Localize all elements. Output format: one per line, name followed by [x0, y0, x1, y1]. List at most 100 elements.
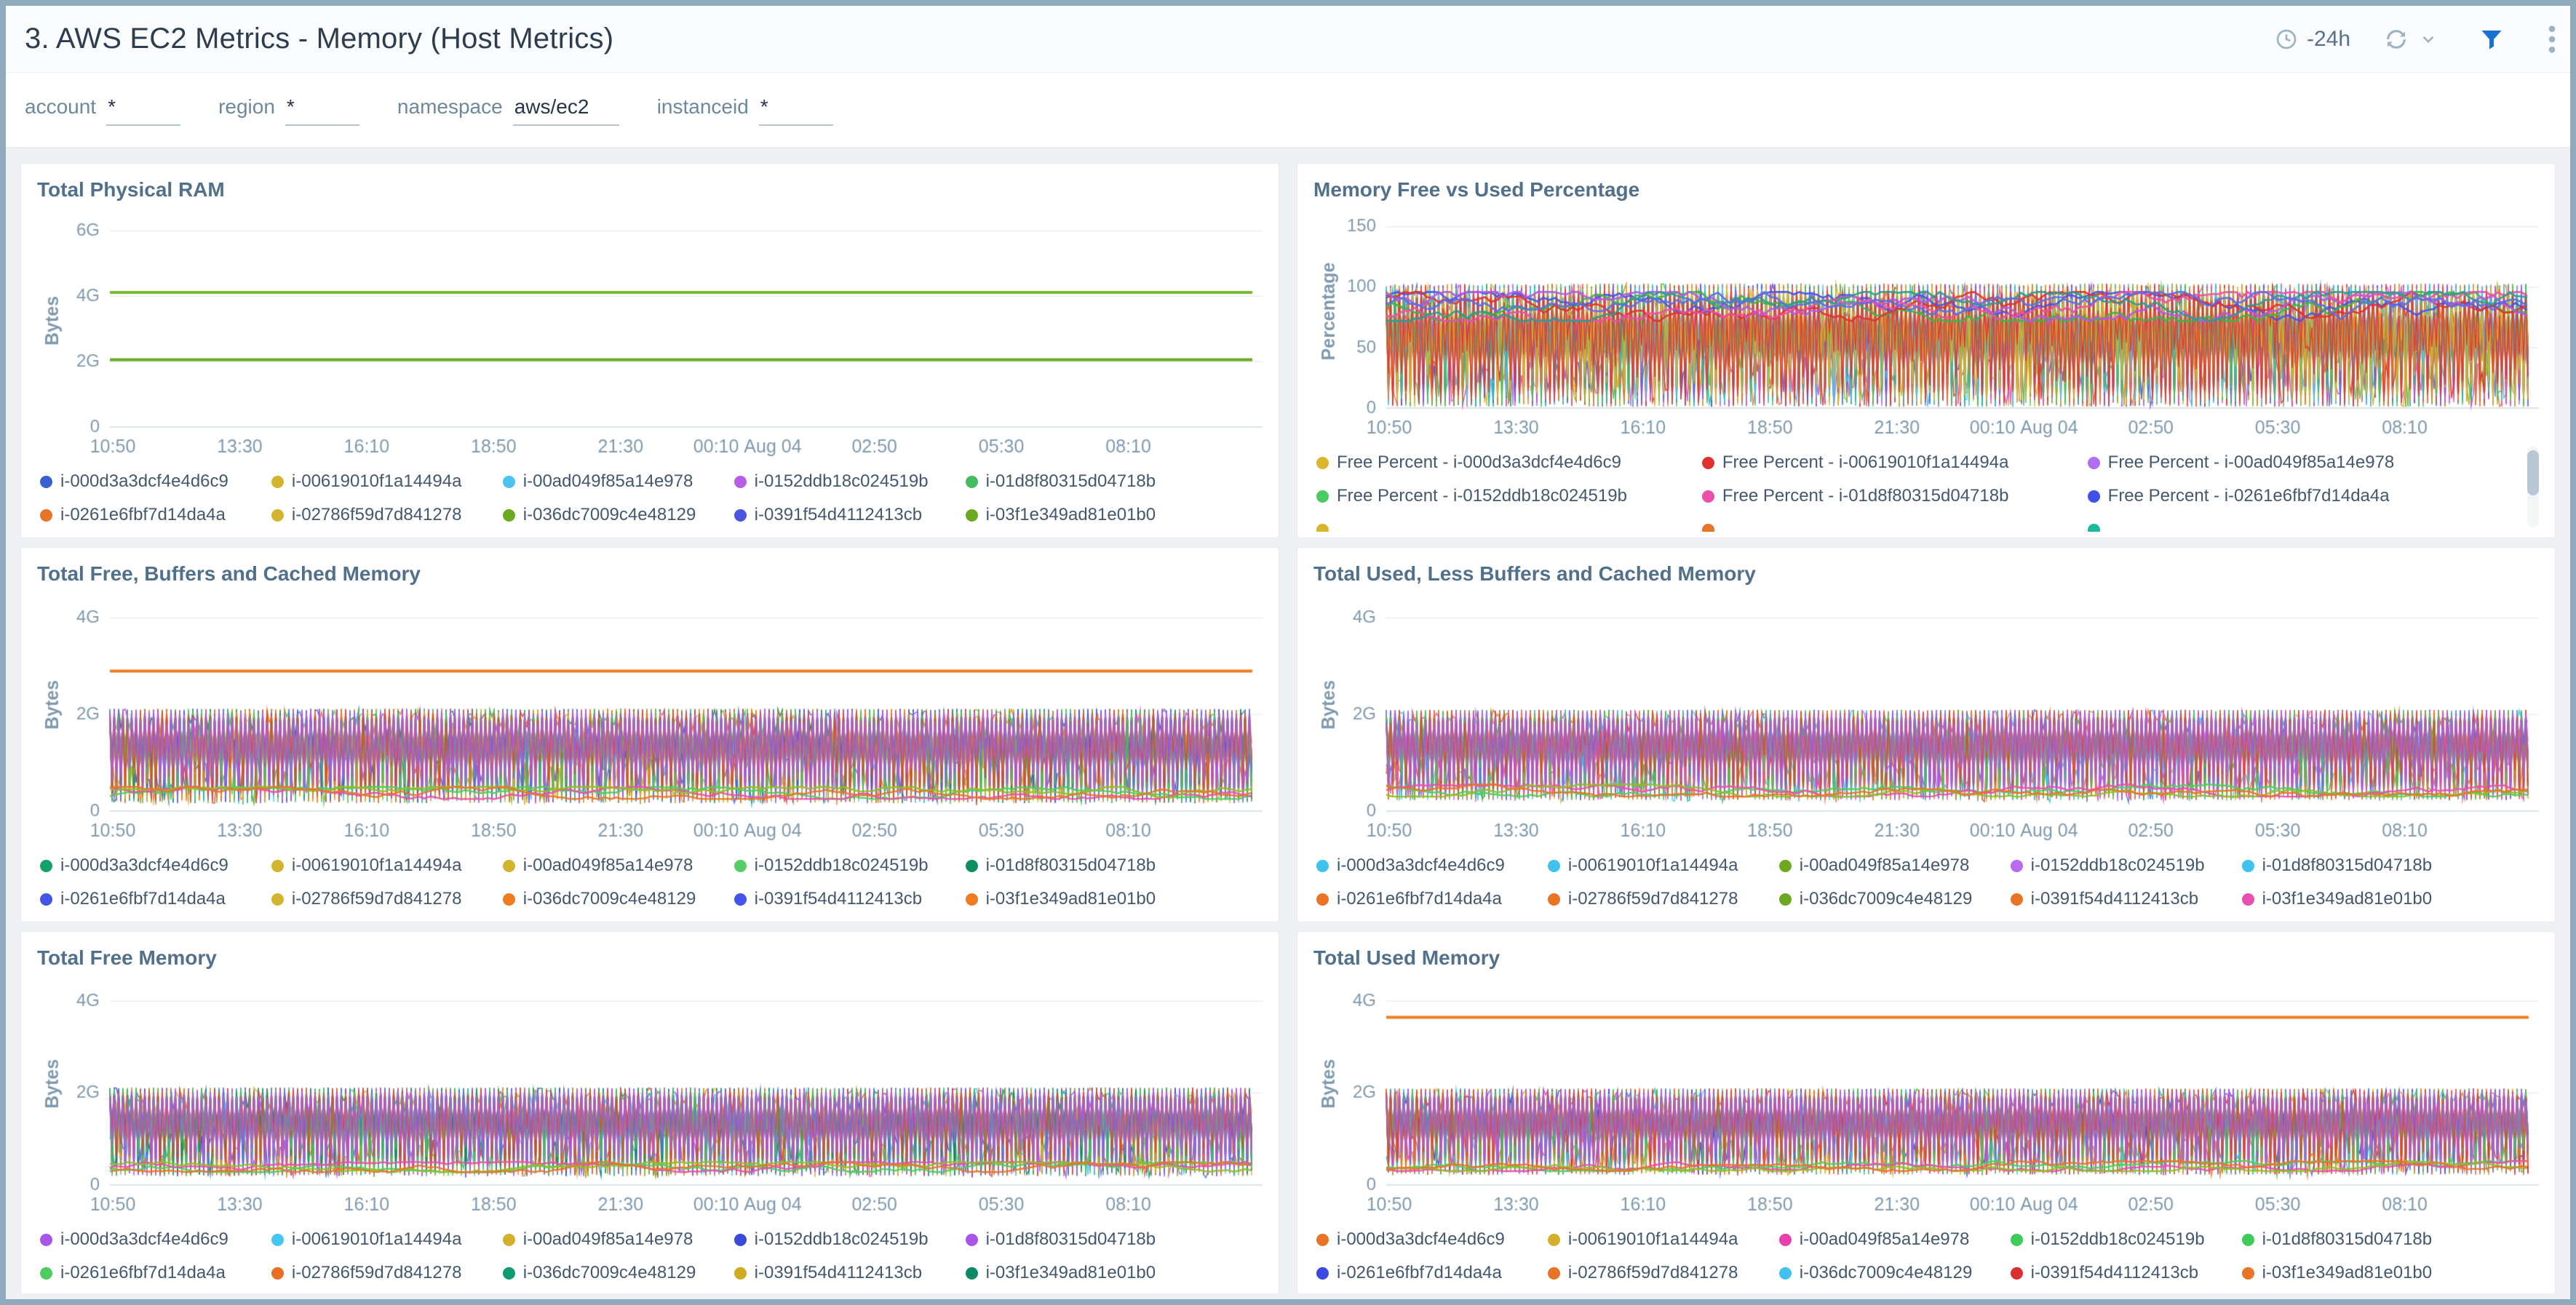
legend-item[interactable]: i-0391f54d4112413cb	[734, 1256, 966, 1290]
legend-item[interactable]: i-00619010f1a14494a	[1548, 1223, 1779, 1256]
legend-item[interactable]: i-0152ddb18c024519b	[734, 1223, 966, 1256]
legend-item[interactable]: i-03f1e349ad81e01b0	[966, 882, 1197, 916]
time-range-control[interactable]: -24h	[2275, 27, 2350, 52]
legend-item-partial[interactable]	[2088, 513, 2473, 532]
series-label: i-03f1e349ad81e01b0	[2262, 889, 2433, 909]
legend-item[interactable]: i-000d3a3dcf4e4d6c9	[40, 1223, 271, 1256]
legend-item[interactable]: i-00ad049f85a14e978	[1779, 1223, 2011, 1256]
legend-item[interactable]: i-0261e6fbf7d14da4a	[1316, 1256, 1548, 1290]
legend-item[interactable]: i-0152ddb18c024519b	[2011, 1223, 2242, 1256]
chart-canvas[interactable]	[34, 973, 1264, 1221]
legend-scrollbar-thumb[interactable]	[2527, 450, 2539, 495]
legend-item[interactable]: i-000d3a3dcf4e4d6c9	[40, 849, 271, 882]
legend-item[interactable]: Free Percent - i-00ad049f85a14e978	[2088, 446, 2473, 479]
filter-instanceid-input[interactable]: *	[759, 94, 833, 126]
series-label: i-0391f54d4112413cb	[2031, 889, 2198, 909]
legend-item[interactable]: i-02786f59d7d841278	[271, 498, 503, 532]
legend-item[interactable]: i-01d8f80315d04718b	[966, 849, 1197, 882]
legend-item[interactable]: i-02786f59d7d841278	[271, 1256, 503, 1290]
legend-item[interactable]: i-00619010f1a14494a	[271, 465, 503, 498]
series-label: i-0391f54d4112413cb	[2031, 1263, 2198, 1283]
legend-item[interactable]: i-00619010f1a14494a	[271, 849, 503, 882]
series-label: i-000d3a3dcf4e4d6c9	[60, 1229, 228, 1250]
filter-region-input[interactable]: *	[285, 94, 359, 126]
legend-item[interactable]: i-0261e6fbf7d14da4a	[40, 498, 271, 532]
panel-memory-free-vs-used: Memory Free vs Used Percentage Free Perc…	[1297, 163, 2556, 538]
legend-item[interactable]: i-036dc7009c4e48129	[503, 1256, 734, 1290]
legend-item[interactable]: i-0152ddb18c024519b	[734, 465, 966, 498]
legend-item[interactable]: i-036dc7009c4e48129	[1779, 1256, 2011, 1290]
legend-item[interactable]: i-0261e6fbf7d14da4a	[1316, 882, 1548, 916]
series-label: i-036dc7009c4e48129	[523, 1263, 696, 1283]
dashboard-page: { "title": "3. AWS EC2 Metrics - Memory …	[0, 0, 2576, 1305]
legend-item[interactable]: i-036dc7009c4e48129	[503, 498, 734, 532]
legend-item[interactable]: i-03f1e349ad81e01b0	[966, 498, 1197, 532]
legend-item[interactable]: i-02786f59d7d841278	[1548, 882, 1779, 916]
series-color-dot	[1779, 1267, 1792, 1280]
legend-item[interactable]: i-0261e6fbf7d14da4a	[40, 882, 271, 916]
series-color-dot	[966, 860, 978, 872]
series-color-dot	[1316, 524, 1329, 532]
legend-item[interactable]: i-02786f59d7d841278	[271, 882, 503, 916]
legend-item[interactable]: i-000d3a3dcf4e4d6c9	[1316, 849, 1548, 882]
legend-item[interactable]: i-03f1e349ad81e01b0	[2242, 882, 2473, 916]
legend-item[interactable]: i-0261e6fbf7d14da4a	[40, 1256, 271, 1290]
filter-icon[interactable]	[2478, 26, 2505, 52]
legend-item[interactable]: i-01d8f80315d04718b	[966, 1223, 1197, 1256]
legend-item[interactable]: Free Percent - i-0261e6fbf7d14da4a	[2088, 479, 2473, 513]
series-color-dot	[1702, 524, 1714, 532]
legend-item[interactable]: i-036dc7009c4e48129	[1779, 882, 2011, 916]
legend-item[interactable]: i-00ad049f85a14e978	[503, 465, 734, 498]
legend-item[interactable]: i-0391f54d4112413cb	[2011, 882, 2242, 916]
filter-account: account *	[25, 94, 180, 126]
legend-item[interactable]: i-01d8f80315d04718b	[2242, 849, 2473, 882]
legend-item-partial[interactable]	[1702, 513, 2088, 532]
chart-canvas[interactable]	[1311, 973, 2540, 1221]
legend-item[interactable]: Free Percent - i-00619010f1a14494a	[1702, 446, 2088, 479]
legend-item[interactable]: i-0391f54d4112413cb	[734, 498, 966, 532]
series-label: i-0261e6fbf7d14da4a	[1337, 889, 1502, 909]
panel-total-free-buffers-cached: Total Free, Buffers and Cached Memory i-…	[20, 547, 1279, 922]
filter-account-input[interactable]: *	[106, 94, 180, 126]
legend-item[interactable]: i-00ad049f85a14e978	[503, 849, 734, 882]
legend-item[interactable]: Free Percent - i-0152ddb18c024519b	[1316, 479, 1702, 513]
legend-item[interactable]: i-01d8f80315d04718b	[2242, 1223, 2473, 1256]
series-label: i-00619010f1a14494a	[1568, 1229, 1738, 1250]
panel-total-free-memory: Total Free Memory i-000d3a3dcf4e4d6c9i-0…	[20, 931, 1279, 1293]
legend-item[interactable]: i-02786f59d7d841278	[1548, 1256, 1779, 1290]
chart-canvas[interactable]	[1311, 204, 2540, 444]
chart-legend: i-000d3a3dcf4e4d6c9 i-00619010f1a14494a i-…	[1316, 1223, 2540, 1290]
legend-item[interactable]: i-01d8f80315d04718b	[966, 465, 1197, 498]
panel-total-used-less-buffers-cached: Total Used, Less Buffers and Cached Memo…	[1297, 547, 2556, 922]
series-label: i-0391f54d4112413cb	[755, 889, 922, 909]
chart-canvas[interactable]	[1311, 588, 2540, 847]
filter-namespace-input[interactable]: aws/ec2	[513, 94, 619, 126]
chevron-down-icon[interactable]	[2419, 30, 2438, 49]
legend-item[interactable]: i-0391f54d4112413cb	[734, 882, 966, 916]
series-color-dot	[503, 476, 515, 488]
legend-item[interactable]: i-00619010f1a14494a	[271, 1223, 503, 1256]
legend-item[interactable]: Free Percent - i-000d3a3dcf4e4d6c9	[1316, 446, 1702, 479]
legend-item[interactable]: i-00619010f1a14494a	[1548, 849, 1779, 882]
chart-canvas[interactable]	[34, 204, 1264, 463]
legend-item[interactable]: i-00ad049f85a14e978	[1779, 849, 2011, 882]
series-label: i-00619010f1a14494a	[292, 855, 462, 876]
legend-item[interactable]: i-000d3a3dcf4e4d6c9	[40, 465, 271, 498]
refresh-control[interactable]	[2384, 27, 2438, 52]
page-title: 3. AWS EC2 Metrics - Memory (Host Metric…	[25, 23, 613, 55]
legend-item[interactable]: i-0152ddb18c024519b	[734, 849, 966, 882]
legend-wrap: Free Percent - i-000d3a3dcf4e4d6c9Free P…	[1316, 446, 2540, 532]
legend-item[interactable]: i-0391f54d4112413cb	[2011, 1256, 2242, 1290]
filter-region-label: region	[218, 95, 275, 119]
kebab-menu-icon[interactable]	[2547, 25, 2557, 54]
legend-item-partial[interactable]	[1316, 513, 1702, 532]
legend-item[interactable]: i-000d3a3dcf4e4d6c9	[1316, 1223, 1548, 1256]
legend-item[interactable]: i-03f1e349ad81e01b0	[2242, 1256, 2473, 1290]
series-color-dot	[966, 509, 978, 522]
legend-item[interactable]: i-0152ddb18c024519b	[2011, 849, 2242, 882]
legend-item[interactable]: i-03f1e349ad81e01b0	[966, 1256, 1197, 1290]
chart-canvas[interactable]	[34, 588, 1264, 847]
legend-item[interactable]: i-036dc7009c4e48129	[503, 882, 734, 916]
legend-item[interactable]: Free Percent - i-01d8f80315d04718b	[1702, 479, 2088, 513]
legend-item[interactable]: i-00ad049f85a14e978	[503, 1223, 734, 1256]
